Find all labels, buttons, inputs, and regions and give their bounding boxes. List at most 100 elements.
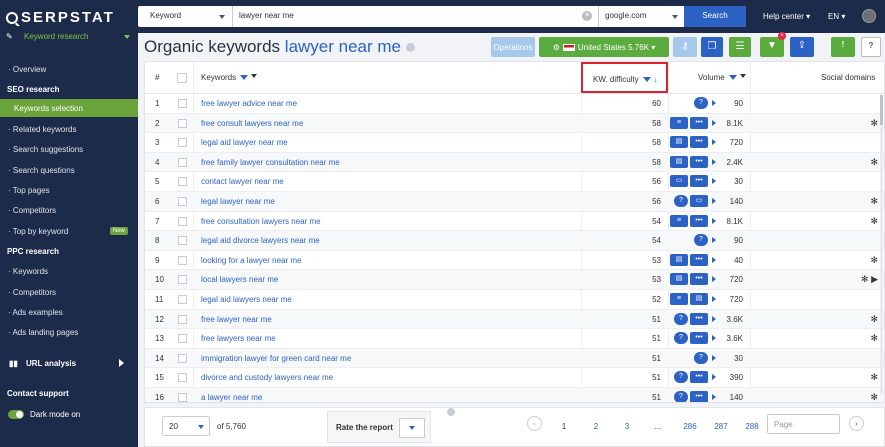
- sidebar-item-competitors[interactable]: · Competitors: [0, 201, 138, 219]
- filter-icon[interactable]: [728, 75, 737, 81]
- sidebar-item-ppc-keywords[interactable]: · Keywords: [0, 262, 138, 280]
- social-domains-icons: ✻: [870, 215, 878, 226]
- pagination-footer: 20 of 5,760 Rate the report ‹ 1 2 3 ... …: [144, 407, 885, 447]
- row-checkbox[interactable]: [178, 99, 187, 108]
- page-link[interactable]: 286: [680, 422, 700, 431]
- per-page-select[interactable]: 20: [162, 416, 210, 436]
- logo[interactable]: SERPSTAT: [6, 9, 115, 26]
- keyword-link[interactable]: immigration lawyer for green card near m…: [201, 354, 351, 363]
- header-kw-difficulty[interactable]: KW. difficulty ↓: [581, 62, 668, 93]
- keyword-link[interactable]: free lawyer near me: [201, 315, 272, 324]
- clear-filter-icon[interactable]: ×: [778, 32, 786, 40]
- keyword-link[interactable]: free family lawyer consultation near me: [201, 158, 340, 167]
- search-button[interactable]: Search: [684, 6, 746, 27]
- key-icon[interactable]: ⚷: [673, 37, 697, 57]
- operations-button[interactable]: Operations: [491, 37, 535, 57]
- export-icon[interactable]: ⇪: [790, 37, 814, 57]
- scrollbar[interactable]: [880, 95, 883, 395]
- header-keywords[interactable]: Keywords: [201, 73, 258, 82]
- page-input[interactable]: Page: [767, 414, 840, 434]
- page-link[interactable]: 3: [617, 422, 637, 431]
- keyword-link[interactable]: legal aid lawyer near me: [201, 138, 288, 147]
- next-page-button[interactable]: ›: [849, 416, 864, 431]
- page-link[interactable]: 1: [554, 422, 574, 431]
- country-select[interactable]: ⚙ United States 5.76K ▾: [539, 37, 669, 57]
- keyword-link[interactable]: contact lawyer near me: [201, 177, 284, 186]
- chevron-down-icon[interactable]: [251, 74, 258, 81]
- sidebar-item-search-questions[interactable]: · Search questions: [0, 161, 138, 179]
- keyword-link[interactable]: free consultation lawyers near me: [201, 217, 321, 226]
- filter-icon[interactable]: ▼ ×: [760, 32, 786, 57]
- row-checkbox[interactable]: [178, 236, 187, 246]
- info-icon[interactable]: [405, 43, 415, 53]
- page-link[interactable]: 287: [711, 422, 731, 431]
- keyword-link[interactable]: free lawyer advice near me: [201, 99, 297, 108]
- sidebar-item-search-suggestions[interactable]: · Search suggestions: [0, 140, 138, 158]
- sidebar-item-top-by-keyword[interactable]: · Top by keyword New: [0, 222, 138, 240]
- sidebar-item-ads-landing-pages[interactable]: · Ads landing pages: [0, 323, 138, 341]
- filter-icon[interactable]: [240, 75, 249, 81]
- module-select[interactable]: ✎ Keyword research: [6, 32, 132, 46]
- wrench-icon: ✎: [6, 32, 13, 41]
- clear-icon[interactable]: ✕: [582, 11, 592, 21]
- keywords-table: # Keywords KW. difficulty ↓ Volume Social…: [144, 61, 885, 403]
- page-link[interactable]: 288: [742, 422, 762, 431]
- keyword-link[interactable]: local lawyers near me: [201, 275, 278, 284]
- sidebar-item-related-keywords[interactable]: · Related keywords: [0, 120, 138, 138]
- dark-mode-toggle[interactable]: Dark mode on: [8, 410, 80, 419]
- keyword-link[interactable]: divorce and custody lawyers near me: [201, 373, 333, 382]
- sidebar-item-ppc-competitors[interactable]: · Competitors: [0, 283, 138, 301]
- row-checkbox[interactable]: [178, 353, 187, 363]
- row-checkbox[interactable]: [178, 157, 187, 167]
- row-checkbox[interactable]: [178, 295, 187, 304]
- copy-icon[interactable]: ❐: [701, 37, 723, 57]
- help-icon[interactable]: ?: [861, 37, 881, 57]
- avatar[interactable]: [862, 9, 876, 23]
- keyword-link[interactable]: legal aid lawyers near me: [201, 295, 292, 304]
- row-checkbox[interactable]: [178, 393, 187, 402]
- row-checkbox[interactable]: [178, 197, 187, 206]
- sort-down-icon[interactable]: ↓: [654, 75, 658, 84]
- keyword-link[interactable]: a lawyer near me: [201, 393, 262, 402]
- search-type-select[interactable]: Keyword: [138, 6, 233, 27]
- sidebar-item-ads-examples[interactable]: · Ads examples: [0, 303, 138, 321]
- row-number: 5: [155, 177, 160, 187]
- row-checkbox[interactable]: [178, 334, 187, 344]
- rating-select[interactable]: [399, 418, 425, 438]
- contact-support-link[interactable]: Contact support: [7, 389, 69, 398]
- title-keyword: lawyer near me: [284, 37, 402, 56]
- filter-icon[interactable]: [642, 77, 651, 83]
- comment-icon[interactable]: !: [831, 37, 855, 57]
- keyword-link[interactable]: legal aid divorce lawyers near me: [201, 236, 320, 245]
- row-checkbox[interactable]: [178, 138, 187, 148]
- header-volume[interactable]: Volume: [698, 73, 746, 82]
- prev-page-button[interactable]: ‹: [527, 416, 542, 431]
- info-icon[interactable]: [447, 408, 455, 416]
- sidebar-item-overview[interactable]: · Overview: [0, 60, 138, 78]
- select-all-checkbox[interactable]: [177, 73, 187, 83]
- chevron-down-icon[interactable]: [739, 74, 746, 81]
- row-checkbox[interactable]: [178, 314, 187, 324]
- row-checkbox[interactable]: [178, 177, 187, 187]
- database-select[interactable]: google.com: [598, 6, 684, 27]
- columns-icon[interactable]: ☰: [729, 37, 751, 57]
- page-link[interactable]: 2: [586, 422, 606, 431]
- social-domains-icons: ✻ ▶: [861, 274, 878, 285]
- keyword-link[interactable]: free lawyers near me: [201, 334, 276, 343]
- help-center-menu[interactable]: Help center ▾: [763, 12, 810, 21]
- keyword-link[interactable]: free consult lawyers near me: [201, 119, 303, 128]
- row-checkbox[interactable]: [178, 275, 187, 285]
- row-checkbox[interactable]: [178, 216, 187, 226]
- sidebar-item-keywords-selection[interactable]: Keywords selection: [0, 99, 138, 117]
- row-checkbox[interactable]: [178, 373, 187, 383]
- language-select[interactable]: EN ▾: [828, 12, 845, 21]
- sidebar-item-url-analysis[interactable]: ▮▮ URL analysis: [0, 356, 138, 372]
- row-checkbox[interactable]: [178, 255, 187, 265]
- header-volume-label: Volume: [698, 73, 725, 82]
- keyword-link[interactable]: legal lawyer near me: [201, 197, 275, 206]
- sidebar-item-top-pages[interactable]: · Top pages: [0, 181, 138, 199]
- keyword-link[interactable]: looking for a lawyer near me: [201, 256, 302, 265]
- volume-value: 30: [734, 177, 743, 187]
- row-checkbox[interactable]: [178, 118, 187, 128]
- search-input[interactable]: lawyer near me ✕: [233, 6, 598, 27]
